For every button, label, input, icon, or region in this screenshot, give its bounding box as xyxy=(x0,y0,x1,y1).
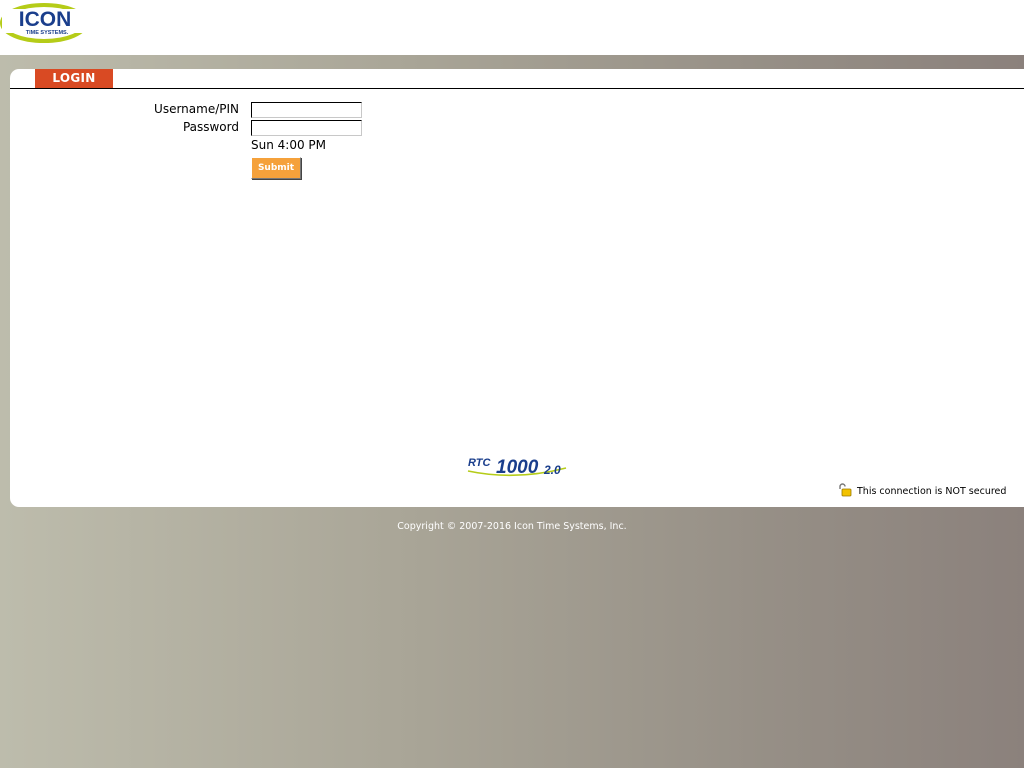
username-field[interactable] xyxy=(251,102,362,118)
unlocked-padlock-icon xyxy=(839,483,852,497)
copyright-text: Copyright © 2007-2016 Icon Time Systems,… xyxy=(397,521,627,532)
login-panel: LOGIN Username/PIN Password Sun 4:00 PM … xyxy=(10,69,1024,507)
username-label: Username/PIN xyxy=(154,102,239,116)
header: ICON TIME SYSTEMS. xyxy=(0,0,1024,55)
icon-time-systems-logo[interactable]: ICON TIME SYSTEMS. xyxy=(0,0,90,48)
current-time: Sun 4:00 PM xyxy=(251,138,326,152)
svg-text:1000: 1000 xyxy=(496,457,539,478)
password-label: Password xyxy=(182,120,239,134)
tab-divider xyxy=(10,88,1024,89)
svg-text:RTC: RTC xyxy=(468,457,491,469)
svg-text:TIME SYSTEMS.: TIME SYSTEMS. xyxy=(26,30,69,36)
svg-text:ICON: ICON xyxy=(19,8,72,31)
tab-login[interactable]: LOGIN xyxy=(35,69,113,88)
connection-status-text: This connection is NOT secured xyxy=(857,486,1007,497)
rtc-1000-logo: RTC 1000 2.0 xyxy=(467,457,567,478)
svg-text:2.0: 2.0 xyxy=(543,463,561,477)
password-field[interactable] xyxy=(251,120,362,136)
submit-button[interactable]: Submit xyxy=(251,157,301,179)
